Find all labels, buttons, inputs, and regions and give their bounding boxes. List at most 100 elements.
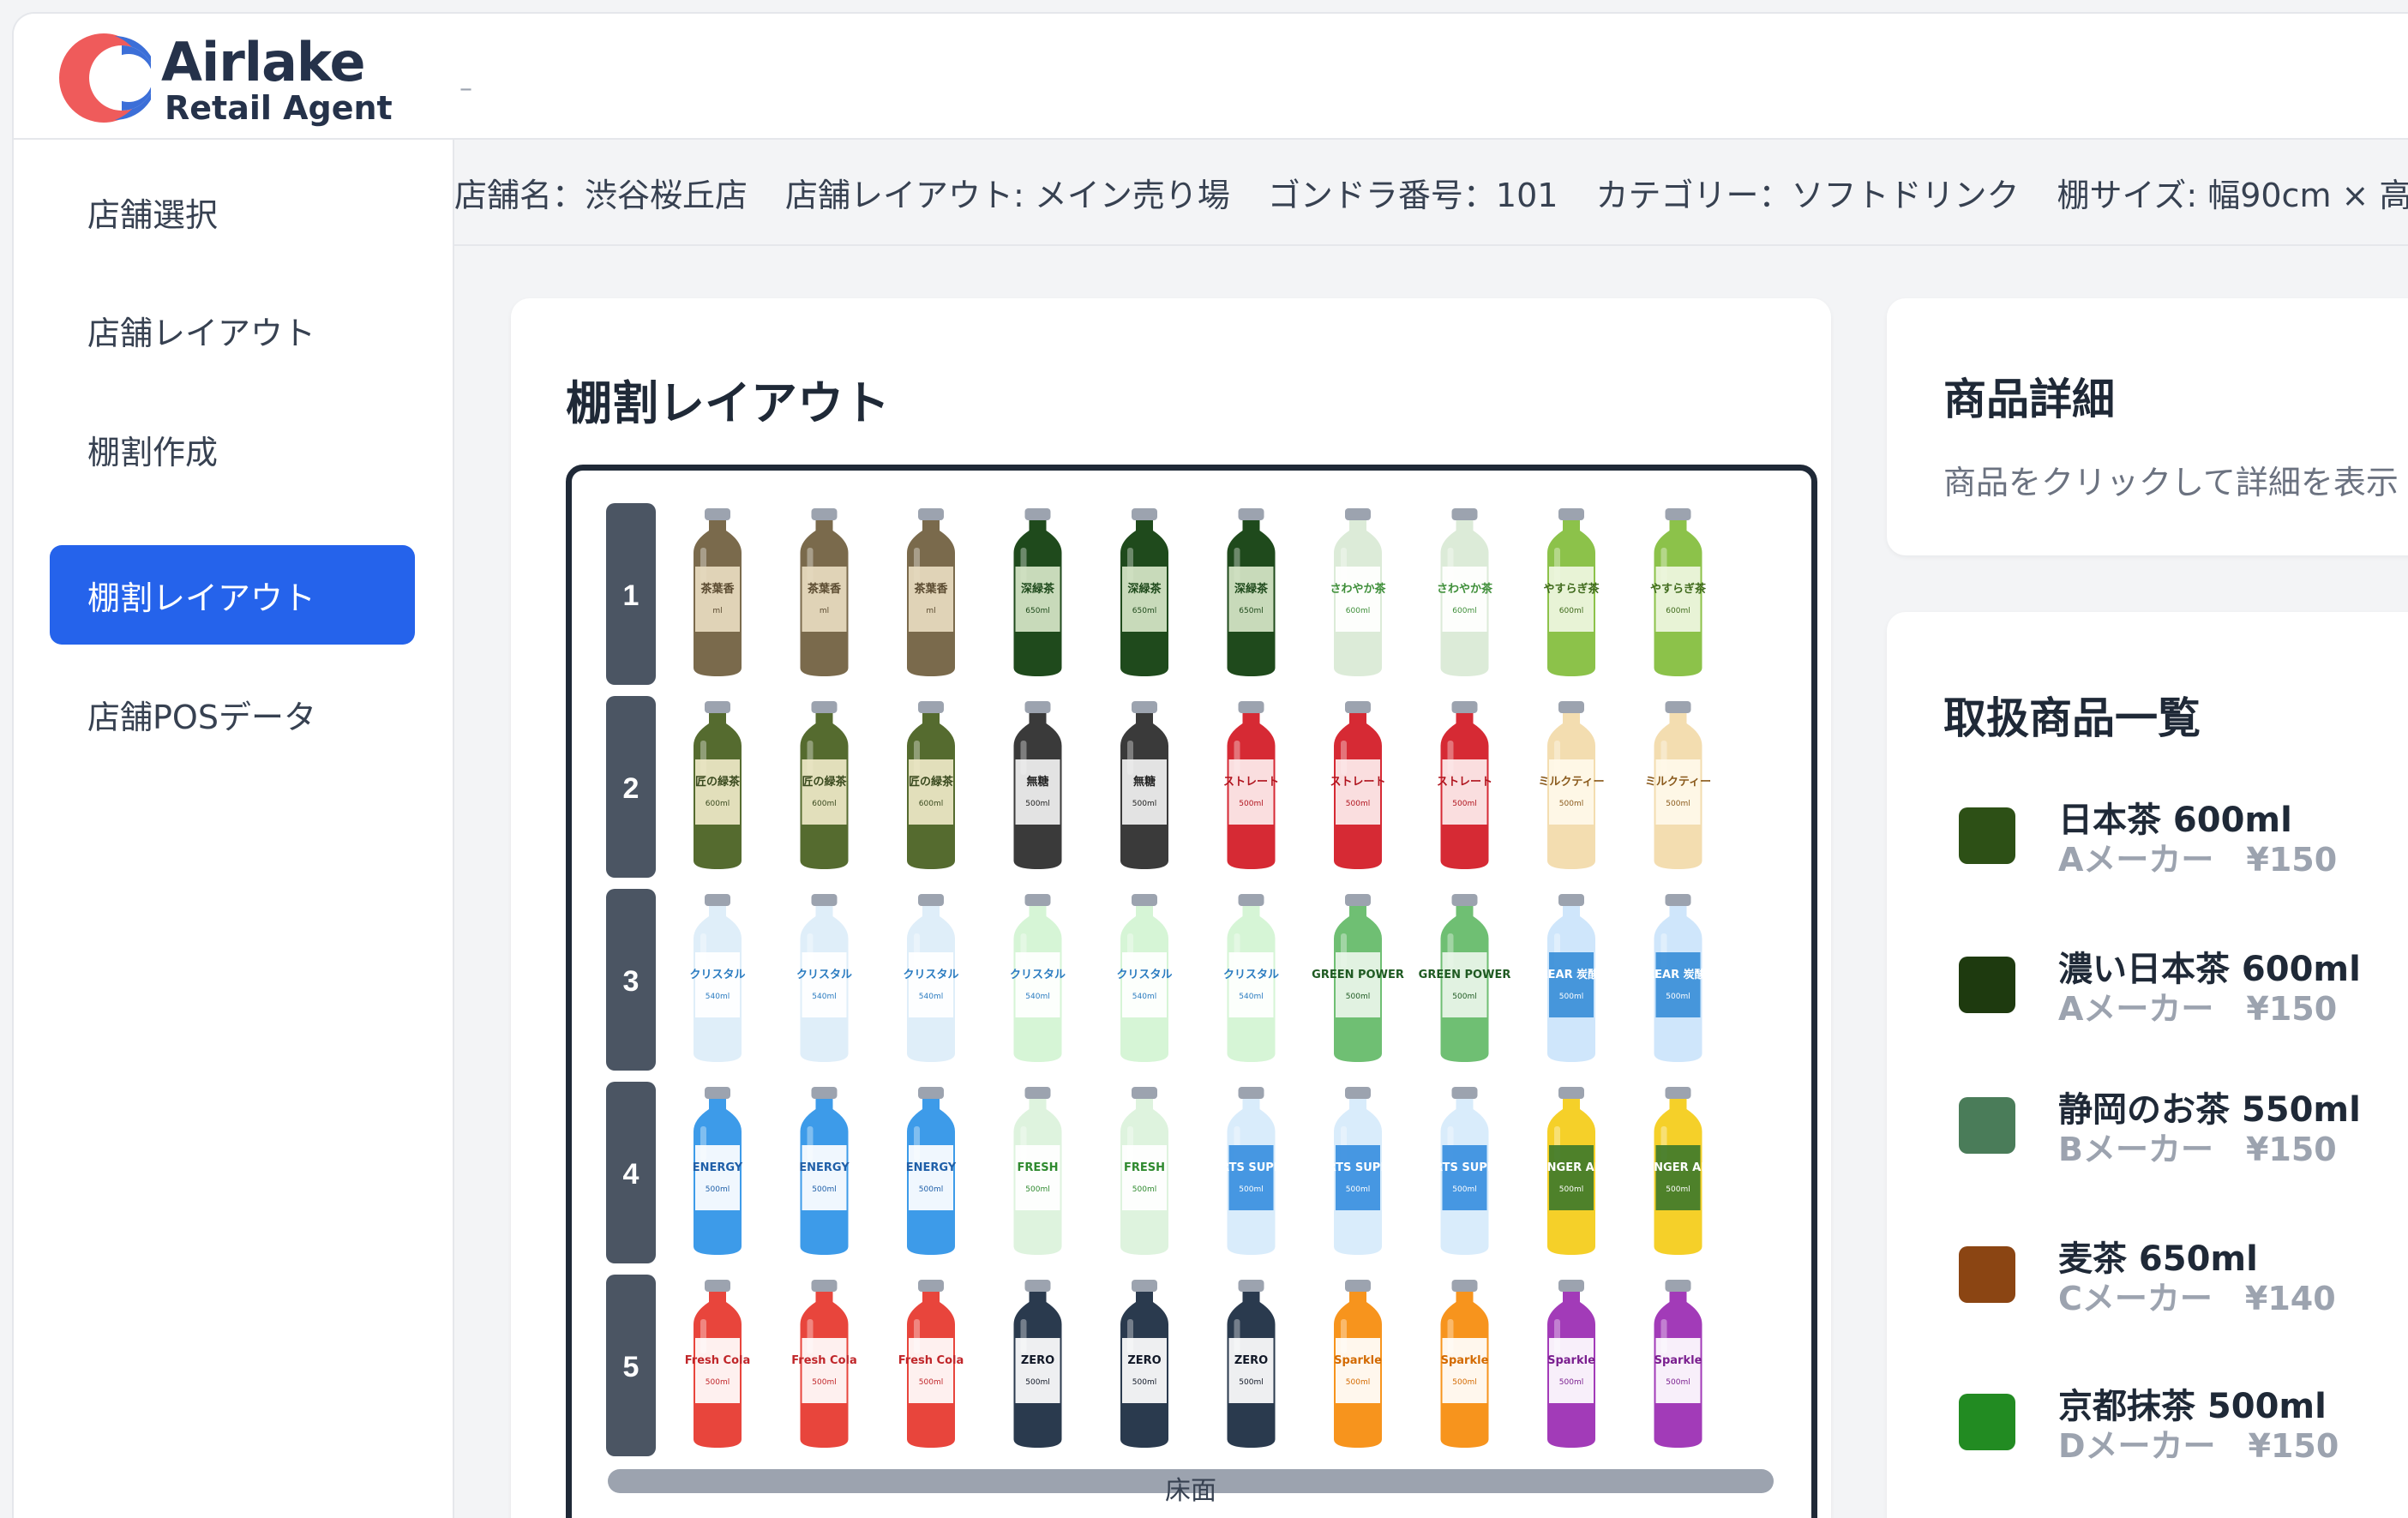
bottle-product[interactable]: クリスタル 540ml bbox=[1010, 894, 1066, 1062]
bottle-label bbox=[802, 1145, 847, 1210]
bottle-product[interactable]: クリスタル 540ml bbox=[689, 894, 746, 1062]
bottle-product[interactable]: Sparkle 500ml bbox=[1440, 1280, 1489, 1448]
bottle-volume-text: 600ml bbox=[1666, 607, 1690, 615]
bottle-label-text: CLEAR 炭酸水 bbox=[1533, 968, 1611, 981]
bottle-product[interactable]: 匠の緑茶 600ml bbox=[694, 701, 742, 869]
bottle-product[interactable]: 無糖 500ml bbox=[1013, 701, 1062, 869]
bottle-cap bbox=[918, 894, 944, 906]
bottle-label-text: ストレート bbox=[1437, 776, 1492, 789]
bottle-label-text: 無糖 bbox=[1026, 775, 1048, 789]
bottle-label bbox=[1122, 759, 1167, 825]
bottle-product[interactable]: さわやか茶 600ml bbox=[1330, 508, 1386, 676]
bottle-label bbox=[1655, 759, 1701, 825]
bottle-product[interactable]: ストレート 500ml bbox=[1330, 701, 1386, 869]
bottle-cap bbox=[1451, 894, 1478, 906]
bottle-product[interactable]: 匠の緑茶 600ml bbox=[907, 701, 955, 869]
bottle-product[interactable]: 深緑茶 650ml bbox=[1227, 508, 1276, 676]
bottle-product[interactable]: 匠の緑茶 600ml bbox=[800, 701, 849, 869]
bottle-product[interactable]: ミルクティー 500ml bbox=[1645, 701, 1711, 869]
bottle-label bbox=[1015, 1338, 1060, 1403]
bottle-product[interactable]: CLEAR 炭酸水 500ml bbox=[1533, 894, 1611, 1062]
bottle-label-text: ZERO bbox=[1234, 1354, 1268, 1367]
store-name: 店舗名：渋谷桜丘店 bbox=[454, 176, 748, 214]
bottle-cap bbox=[811, 894, 838, 906]
bottle-cap bbox=[1024, 701, 1051, 713]
bottle-product[interactable]: GREEN POWER 500ml bbox=[1312, 894, 1404, 1062]
bottle-cap bbox=[705, 701, 730, 713]
bottle-volume-text: ml bbox=[926, 607, 935, 615]
bottle-product[interactable]: SPORTS SUPPORT 500ml bbox=[1408, 1087, 1521, 1255]
bottle-product[interactable]: ZERO 500ml bbox=[1227, 1280, 1276, 1448]
bottle-product[interactable]: 無糖 500ml bbox=[1120, 701, 1168, 869]
bottle-product[interactable]: ZERO 500ml bbox=[1013, 1280, 1062, 1448]
bottle-product[interactable]: ENERGY 500ml bbox=[906, 1087, 957, 1255]
bottle-product[interactable]: やすらぎ茶 600ml bbox=[1650, 508, 1707, 676]
bottle-product[interactable]: ENERGY 500ml bbox=[693, 1087, 743, 1255]
bottle-product[interactable]: クリスタル 540ml bbox=[1116, 894, 1173, 1062]
product-maker-price: Bメーカー ¥150 bbox=[2058, 1131, 2337, 1168]
bottle-product[interactable]: GREEN POWER 500ml bbox=[1419, 894, 1511, 1062]
bottle-label bbox=[1336, 1145, 1380, 1210]
product-list-item[interactable]: 濃い日本茶 600ml Aメーカー ¥150 bbox=[1959, 941, 2408, 1061]
bottle-label bbox=[1655, 567, 1701, 632]
bottle-product[interactable]: 深緑茶 650ml bbox=[1120, 508, 1168, 676]
bottle-product[interactable]: SPORTS SUPPORT 500ml bbox=[1302, 1087, 1414, 1255]
bottle-product[interactable]: 深緑茶 650ml bbox=[1013, 508, 1062, 676]
bottle-label bbox=[1549, 1338, 1594, 1403]
product-list-item[interactable]: 日本茶 600ml Aメーカー ¥150 bbox=[1959, 792, 2408, 912]
bottle-volume-text: 500ml bbox=[1452, 800, 1476, 808]
bottle-cap bbox=[1345, 894, 1371, 906]
bottle-product[interactable]: ストレート 500ml bbox=[1223, 701, 1279, 869]
bottle-product[interactable]: ENERGY 500ml bbox=[799, 1087, 850, 1255]
bottle-product[interactable]: ミルクティー 500ml bbox=[1538, 701, 1605, 869]
bottle-volume-text: 500ml bbox=[919, 1378, 943, 1387]
bottle-product[interactable]: クリスタル 540ml bbox=[903, 894, 959, 1062]
airlake-logo-icon bbox=[59, 33, 151, 123]
bottle-volume-text: 650ml bbox=[1132, 607, 1156, 615]
bottle-label-text: クリスタル bbox=[1010, 969, 1066, 981]
bottle-cap bbox=[1238, 1087, 1264, 1099]
bottle-product[interactable]: 茶葉香 ml bbox=[907, 508, 955, 676]
bottle-product[interactable]: ストレート 500ml bbox=[1437, 701, 1492, 869]
bottle-product[interactable]: クリスタル 540ml bbox=[796, 894, 852, 1062]
bottle-label-text: ストレート bbox=[1330, 776, 1385, 789]
sidebar-item-store-select[interactable]: 店舗選択 bbox=[50, 162, 415, 261]
bottle-product[interactable]: 茶葉香 ml bbox=[800, 508, 849, 676]
sidebar-item-planogram-layout[interactable]: 棚割レイアウト bbox=[50, 545, 415, 645]
bottle-product[interactable]: CLEAR 炭酸水 500ml bbox=[1639, 894, 1718, 1062]
bottle-product[interactable]: Sparkle 500ml bbox=[1334, 1280, 1382, 1448]
bottle-volume-text: 540ml bbox=[1132, 993, 1156, 1001]
bottle-product[interactable]: FRESH 500ml bbox=[1013, 1087, 1062, 1255]
sidebar-item-store-layout[interactable]: 店舗レイアウト bbox=[50, 280, 415, 380]
product-list-item[interactable]: 静岡のお茶 550ml Bメーカー ¥150 bbox=[1959, 1082, 2408, 1202]
bottle-cap bbox=[811, 508, 838, 520]
bottle-product[interactable]: ZERO 500ml bbox=[1120, 1280, 1168, 1448]
bottle-product[interactable]: GINGER ALE 500ml bbox=[1641, 1087, 1716, 1255]
sidebar-item-pos-data[interactable]: 店舗POSデータ bbox=[50, 664, 415, 764]
bottle-volume-text: 500ml bbox=[812, 1185, 836, 1194]
product-list-item[interactable]: 麦茶 650ml Cメーカー ¥140 bbox=[1959, 1231, 2408, 1351]
bottle-cap bbox=[1451, 508, 1478, 520]
bottle-product[interactable]: FRESH 500ml bbox=[1120, 1087, 1168, 1255]
bottle-label-text: クリスタル bbox=[903, 969, 958, 981]
bottle-product[interactable]: クリスタル 540ml bbox=[1223, 894, 1279, 1062]
store-layout-name: 店舗レイアウト: メイン売り場 bbox=[785, 176, 1230, 214]
bottle-label bbox=[1442, 952, 1487, 1017]
bottle-product[interactable]: Fresh Cola 500ml bbox=[685, 1280, 751, 1448]
bottle-product[interactable]: さわやか茶 600ml bbox=[1437, 508, 1493, 676]
bottle-product[interactable]: 茶葉香 ml bbox=[694, 508, 742, 676]
bottle-label-text: Fresh Cola bbox=[685, 1354, 751, 1367]
bottle-product[interactable]: Fresh Cola 500ml bbox=[898, 1280, 964, 1448]
bottle-product[interactable]: Fresh Cola 500ml bbox=[791, 1280, 857, 1448]
bottle-product[interactable]: Sparkle 500ml bbox=[1654, 1280, 1702, 1448]
sidebar-item-planogram-create[interactable]: 棚割作成 bbox=[50, 399, 415, 499]
bottle-label-text: ZERO bbox=[1127, 1354, 1161, 1367]
product-list-item[interactable]: 京都抹茶 500ml Dメーカー ¥150 bbox=[1959, 1378, 2408, 1498]
bottle-volume-text: 500ml bbox=[1452, 1378, 1476, 1387]
bottle-product[interactable]: GINGER ALE 500ml bbox=[1534, 1087, 1609, 1255]
bottle-product[interactable]: Sparkle 500ml bbox=[1547, 1280, 1595, 1448]
bottle-product[interactable]: SPORTS SUPPORT 500ml bbox=[1195, 1087, 1307, 1255]
floor-label: 床面 bbox=[1165, 1476, 1216, 1506]
bottle-product[interactable]: やすらぎ茶 600ml bbox=[1543, 508, 1600, 676]
sidebar-item-label: 棚割作成 bbox=[87, 433, 219, 471]
